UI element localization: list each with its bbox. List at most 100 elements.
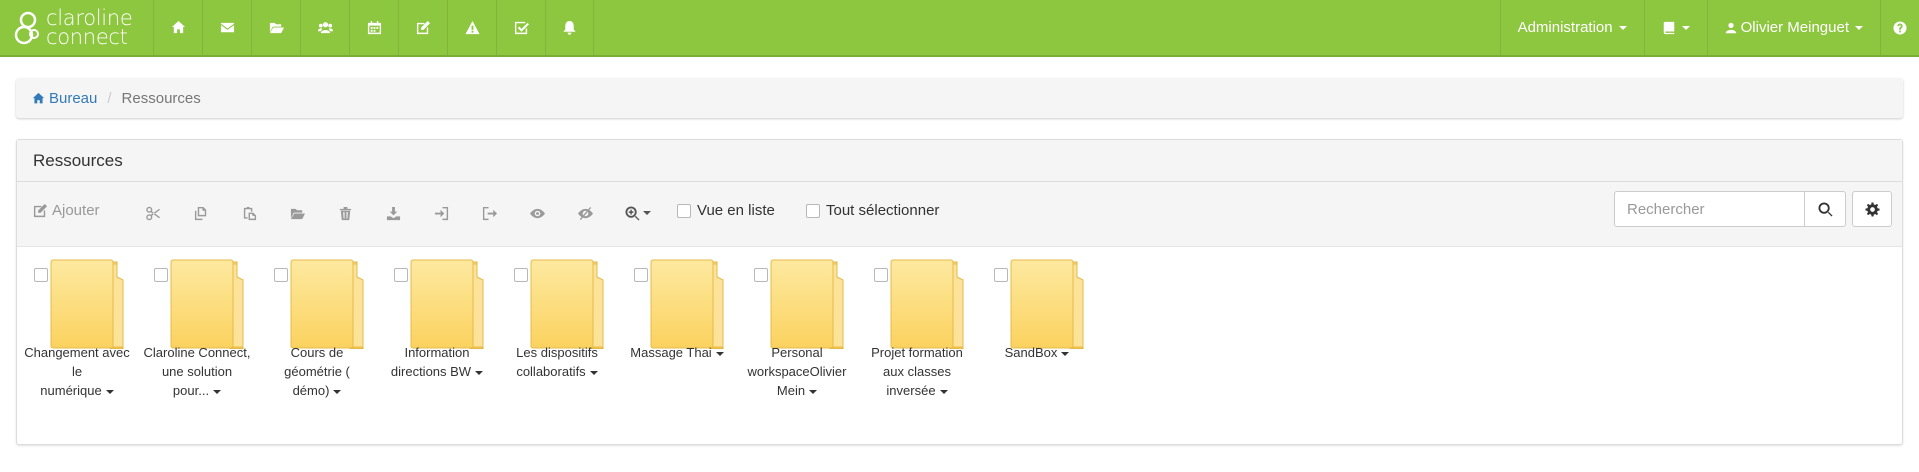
administration-menu[interactable]: Administration (1499, 0, 1644, 55)
list-view-checkbox[interactable] (677, 203, 691, 218)
brand-logo[interactable]: claroline connect (14, 7, 144, 49)
download-icon (386, 206, 400, 220)
resource-name-text: directions BW (390, 364, 472, 379)
settings-button[interactable] (1852, 191, 1892, 227)
chevron-down-icon[interactable] (715, 351, 724, 356)
calendar-icon (367, 20, 381, 35)
resources-toolbar: Ajouter Vue en liste Tout sélectionner R… (17, 182, 1902, 247)
resource-name-text: géométrie ( (284, 364, 350, 379)
resource-checkbox[interactable] (34, 268, 48, 282)
sign-out-icon (482, 206, 497, 220)
chevron-down-icon[interactable] (475, 370, 484, 375)
copy-button[interactable] (189, 201, 213, 225)
select-all-toggle[interactable]: Tout sélectionner (806, 202, 939, 219)
resource-label-line: aux classes (857, 362, 977, 381)
resource-name-text: Massage Thai (630, 345, 712, 360)
resource-name-text: une solution (161, 364, 233, 379)
nav-resources-button[interactable] (251, 0, 300, 55)
user-menu[interactable]: Olivier Meinguet (1706, 0, 1880, 55)
copy-icon (194, 206, 206, 220)
nav-notifications-button[interactable] (545, 0, 594, 55)
search-group (1614, 191, 1892, 227)
resource-name-text: Information (404, 345, 470, 360)
resource-name-text: le (71, 364, 83, 379)
resource-label-line: Projet formation (857, 343, 977, 362)
import-button[interactable] (429, 201, 453, 225)
resource-label[interactable]: Projet formation aux classes inversée (857, 343, 977, 400)
select-all-checkbox[interactable] (806, 203, 820, 218)
resource-name-text: démo) (292, 383, 330, 398)
question-circle-icon (1893, 20, 1907, 35)
claroline-logo-icon (14, 11, 39, 45)
chevron-down-icon[interactable] (939, 389, 948, 394)
search-button[interactable] (1805, 191, 1846, 227)
resource-label-line: Mein (737, 381, 857, 400)
nav-warning-button[interactable] (447, 0, 496, 55)
resource-label-line: collaboratifs (497, 362, 617, 381)
nav-calendar-button[interactable] (349, 0, 398, 55)
select-all-label: Tout sélectionner (826, 202, 940, 219)
resource-checkbox[interactable] (394, 268, 408, 282)
chevron-down-icon[interactable] (809, 389, 818, 394)
resource-label-line: Claroline Connect, (137, 343, 257, 362)
chevron-down-icon (1681, 25, 1690, 30)
download-button[interactable] (381, 201, 405, 225)
resource-name-text: Projet formation (871, 345, 963, 360)
workspaces-menu[interactable] (1643, 0, 1707, 55)
nav-messages-button[interactable] (202, 0, 251, 55)
cut-button[interactable] (141, 201, 165, 225)
resource-checkbox[interactable] (514, 268, 528, 282)
resource-checkbox[interactable] (634, 268, 648, 282)
help-button[interactable] (1880, 0, 1919, 55)
check-square-icon (514, 21, 529, 35)
zoom-dropdown[interactable] (621, 201, 655, 225)
unpublish-button[interactable] (573, 201, 597, 225)
resource-checkbox[interactable] (874, 268, 888, 282)
chevron-down-icon[interactable] (213, 389, 222, 394)
nav-home-button[interactable] (153, 0, 202, 55)
user-icon (1725, 22, 1736, 33)
user-name: Olivier Meinguet (1740, 19, 1849, 36)
paste-button[interactable] (237, 201, 261, 225)
envelope-icon (220, 22, 234, 33)
add-resource-button[interactable]: Ajouter (33, 202, 100, 219)
panel-title: Ressources (17, 140, 1902, 182)
resource-label[interactable]: Les dispositifs collaboratifs (497, 343, 617, 381)
resource-label[interactable]: Changement avec le numérique (17, 343, 137, 400)
delete-button[interactable] (333, 201, 357, 225)
chevron-down-icon (643, 211, 651, 215)
resource-label[interactable]: Cours de géométrie ( démo) (257, 343, 377, 400)
resource-label-line: numérique (17, 381, 137, 400)
resource-label-line: Cours de (257, 343, 377, 362)
chevron-down-icon[interactable] (333, 389, 342, 394)
publish-button[interactable] (525, 201, 549, 225)
breadcrumb-home-link[interactable]: Bureau (32, 90, 97, 107)
resource-name-text: Mein (776, 383, 806, 398)
resource-checkbox[interactable] (274, 268, 288, 282)
search-icon (1817, 201, 1833, 217)
resource-checkbox[interactable] (994, 268, 1008, 282)
resource-name-text: inversée (886, 383, 936, 398)
folder-icon (170, 259, 244, 349)
chevron-down-icon[interactable] (589, 370, 598, 375)
nav-edit-button[interactable] (398, 0, 447, 55)
chevron-down-icon[interactable] (105, 389, 114, 394)
resource-label-line: Changement avec (17, 343, 137, 362)
nav-tasks-button[interactable] (496, 0, 545, 55)
resource-checkbox[interactable] (754, 268, 768, 282)
resource-label[interactable]: Claroline Connect, une solution pour... (137, 343, 257, 400)
list-view-toggle[interactable]: Vue en liste (677, 202, 775, 219)
users-icon (317, 22, 333, 34)
eye-icon (529, 208, 545, 218)
open-button[interactable] (285, 201, 309, 225)
nav-users-button[interactable] (300, 0, 349, 55)
resource-label[interactable]: Massage Thai (617, 343, 737, 362)
search-input[interactable] (1614, 191, 1805, 227)
resource-label[interactable]: SandBox (977, 343, 1097, 362)
resource-checkbox[interactable] (154, 268, 168, 282)
resource-label[interactable]: Personal workspaceOlivier Mein (737, 343, 857, 400)
resource-name-text: SandBox (1004, 345, 1058, 360)
chevron-down-icon[interactable] (1061, 351, 1070, 356)
export-button[interactable] (477, 201, 501, 225)
resource-label[interactable]: Information directions BW (377, 343, 497, 381)
